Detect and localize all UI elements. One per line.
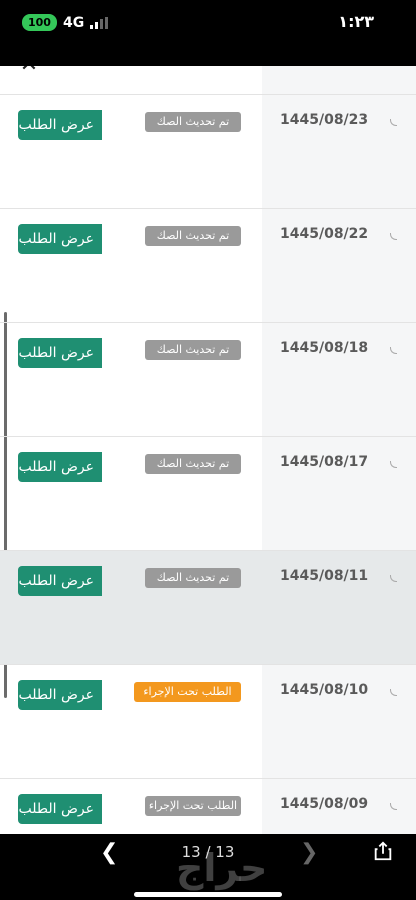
battery-indicator: 100 xyxy=(22,14,57,31)
status-badge: الطلب تحت الإجراء xyxy=(145,796,241,816)
request-date: 1445/08/22 xyxy=(280,226,369,242)
request-row: عرض الطلب تم تحديث الصك 1445/08/17 xyxy=(0,436,416,550)
status-badge: تم تحديث الصك xyxy=(145,454,241,474)
request-date: 1445/08/18 xyxy=(280,340,369,356)
status-badge: تم تحديث الصك xyxy=(145,340,241,360)
status-bar: 100 4G ١:٢٣ xyxy=(0,0,416,66)
view-request-button[interactable]: عرض الطلب xyxy=(18,110,102,140)
row-edge-icon xyxy=(390,803,397,810)
home-indicator xyxy=(134,892,282,897)
view-request-button[interactable]: عرض الطلب xyxy=(18,452,102,482)
view-request-button[interactable]: عرض الطلب xyxy=(18,338,102,368)
row-edge-icon xyxy=(390,461,397,468)
request-row: عرض الطلب تم تحديث الصك 1445/08/23 xyxy=(0,94,416,208)
page-counter: 13 / 13 xyxy=(181,843,235,861)
row-edge-icon xyxy=(390,689,397,696)
row-edge-icon xyxy=(390,575,397,582)
status-left: 100 4G xyxy=(22,14,109,31)
view-request-button[interactable]: عرض الطلب xyxy=(18,794,102,824)
next-page-button[interactable]: ❯ xyxy=(300,840,318,865)
view-request-button[interactable]: عرض الطلب xyxy=(18,566,102,596)
document-page: عرض الطلب تم تحديث الصك 1445/08/23 عرض ا… xyxy=(0,66,416,834)
status-badge: الطلب تحت الإجراء xyxy=(134,682,241,702)
request-date: 1445/08/23 xyxy=(280,112,369,128)
viewer-toolbar: حراج ❮ 13 / 13 ❯ xyxy=(0,834,416,900)
clock: ١:٢٣ xyxy=(338,12,374,31)
request-date: 1445/08/10 xyxy=(280,682,369,698)
close-icon[interactable]: ✕ xyxy=(16,66,42,78)
view-request-button[interactable]: عرض الطلب xyxy=(18,680,102,710)
row-edge-icon xyxy=(390,347,397,354)
request-row: عرض الطلب تم تحديث الصك 1445/08/11 xyxy=(0,550,416,664)
row-edge-icon xyxy=(390,233,397,240)
request-date: 1445/08/09 xyxy=(280,796,369,812)
request-row: عرض الطلب تم تحديث الصك 1445/08/22 xyxy=(0,208,416,322)
status-badge: تم تحديث الصك xyxy=(145,112,241,132)
signal-icon xyxy=(90,16,109,29)
request-row: عرض الطلب الطلب تحت الإجراء 1445/08/10 xyxy=(0,664,416,778)
request-date: 1445/08/11 xyxy=(280,568,369,584)
request-date: 1445/08/17 xyxy=(280,454,369,470)
request-row: عرض الطلب الطلب تحت الإجراء 1445/08/09 xyxy=(0,778,416,834)
status-badge: تم تحديث الصك xyxy=(145,226,241,246)
status-badge: تم تحديث الصك xyxy=(145,568,241,588)
network-label: 4G xyxy=(62,14,85,31)
view-request-button[interactable]: عرض الطلب xyxy=(18,224,102,254)
share-icon[interactable] xyxy=(372,840,394,862)
row-edge-icon xyxy=(390,119,397,126)
request-row: عرض الطلب تم تحديث الصك 1445/08/18 xyxy=(0,322,416,436)
